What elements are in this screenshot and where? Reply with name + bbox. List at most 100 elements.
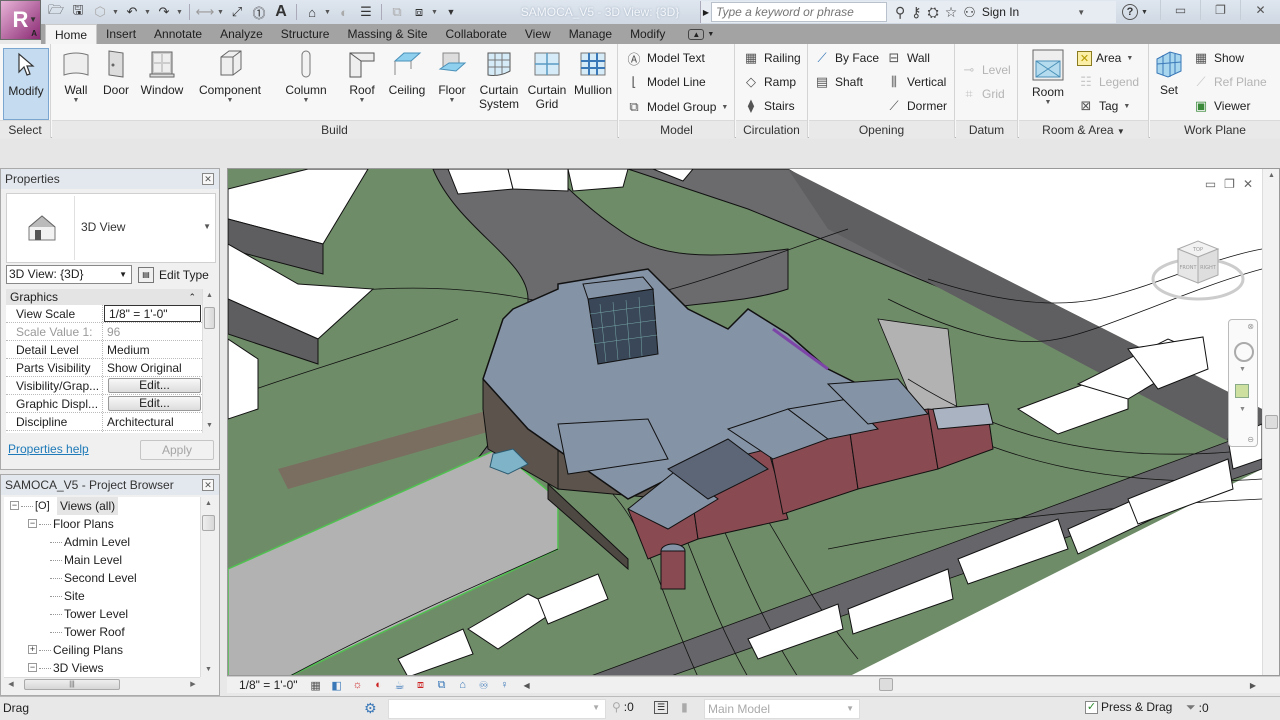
tab-annotate[interactable]: Annotate [145, 24, 211, 44]
curtain-system-button[interactable]: Curtain System [476, 48, 522, 111]
chevron-down-icon[interactable]: ▼ [1077, 8, 1085, 17]
3d-viewport[interactable]: ▭ ❐ ✕ TOP FRONT RIGHT ⊗ ▼ ▼ ⊖ ▲ [227, 168, 1280, 676]
tab-manage[interactable]: Manage [560, 24, 621, 44]
tree-item[interactable]: Site [4, 587, 200, 605]
options-icon[interactable]: ⊖ [1247, 435, 1254, 444]
expand-arrow-icon[interactable]: ▶ [701, 8, 711, 17]
scroll-down-icon[interactable]: ▼ [203, 419, 216, 433]
close-icon[interactable]: ⊗ [1247, 322, 1254, 331]
chevron-down-icon[interactable]: ▼ [1239, 406, 1246, 413]
measure-icon[interactable]: ⟷ [195, 2, 215, 22]
close-icon[interactable]: ✕ [1243, 177, 1253, 191]
chevron-down-icon[interactable]: ▼ [431, 9, 439, 16]
parts-visibility-value[interactable]: Show Original [103, 359, 202, 376]
detail-level-value[interactable]: Medium [103, 341, 202, 358]
group-graphics[interactable]: Graphics ⌃ [6, 289, 202, 305]
dormer-button[interactable]: ⟋ Dormer [885, 95, 947, 117]
collapse-icon[interactable]: − [28, 663, 37, 672]
properties-help-link[interactable]: Properties help [8, 442, 89, 456]
scroll-left-icon[interactable]: ◀ [524, 681, 530, 690]
view-scale-button[interactable]: 1/8" = 1'-0" [239, 678, 298, 692]
press-drag-toggle[interactable]: ✓ Press & Drag [1085, 700, 1172, 714]
tab-insert[interactable]: Insert [97, 24, 145, 44]
model-text-button[interactable]: Ⓐ Model Text [625, 47, 704, 69]
tab-structure[interactable]: Structure [272, 24, 339, 44]
tree-item[interactable]: − 3D Views [4, 659, 200, 677]
chevron-down-icon[interactable]: ▼ [176, 9, 184, 16]
editable-only[interactable]: ⚲ :0 [612, 700, 634, 714]
default-analysis-value[interactable]: None [103, 431, 202, 433]
legend-button[interactable]: ☷ Legend [1077, 71, 1139, 93]
sign-in-button[interactable]: Sign In [982, 5, 1019, 19]
section-icon[interactable]: ◐ [334, 2, 354, 22]
visibility-graphics-edit-button[interactable]: Edit... [108, 378, 201, 393]
design-options-button[interactable]: ☰ ▮ [654, 700, 688, 714]
minimize-icon[interactable]: ▭ [1205, 177, 1216, 191]
minimize-ribbon-button[interactable]: ▲ ▼ [688, 24, 714, 44]
wall-opening-button[interactable]: ⊟ Wall [885, 47, 930, 69]
close-hidden-windows-icon[interactable]: ⧉ [387, 2, 407, 22]
tree-item[interactable]: Main Level [4, 551, 200, 569]
text-icon[interactable]: A [271, 2, 291, 22]
scroll-up-icon[interactable]: ▲ [201, 497, 216, 511]
user-icon[interactable]: ⚇ [963, 4, 976, 21]
application-menu-button[interactable]: R ▼ A [0, 0, 41, 40]
scroll-right-icon[interactable]: ▶ [1250, 681, 1256, 690]
scroll-thumb[interactable]: ||| [24, 679, 120, 690]
scroll-down-icon[interactable]: ▼ [201, 663, 216, 677]
collapse-icon[interactable]: ⌃ [188, 289, 196, 305]
reveal-hidden-icon[interactable]: ♀ [497, 678, 513, 692]
browser-hscrollbar[interactable]: ◀ ||| ▶ [4, 677, 200, 691]
sync-icon[interactable]: ⬡ [90, 2, 110, 22]
tree-item[interactable]: Second Level [4, 569, 200, 587]
by-face-button[interactable]: ⟋ By Face [813, 47, 879, 69]
tree-item[interactable]: Admin Level [4, 533, 200, 551]
search-input[interactable] [711, 2, 887, 22]
customize-qat-icon[interactable]: ▼ [441, 2, 461, 22]
model-group-button[interactable]: ⧉ Model Group ▼ [625, 96, 728, 118]
scroll-left-icon[interactable]: ◀ [4, 678, 18, 692]
visual-style-icon[interactable]: ◧ [329, 678, 345, 692]
scroll-thumb[interactable] [1265, 415, 1278, 429]
thin-lines-icon[interactable]: ☰ [356, 2, 376, 22]
temporary-hide-icon[interactable]: ♾ [476, 678, 492, 692]
unlock-3d-icon[interactable]: ⌂ [455, 678, 471, 692]
minimize-icon[interactable]: ▭ [1160, 0, 1200, 20]
tab-collaborate[interactable]: Collaborate [437, 24, 516, 44]
zoom-icon[interactable] [1235, 384, 1249, 398]
door-button[interactable]: Door [98, 48, 134, 97]
tab-massing-site[interactable]: Massing & Site [338, 24, 436, 44]
steering-wheel-icon[interactable] [1234, 342, 1254, 362]
restore-icon[interactable]: ❐ [1224, 177, 1235, 191]
modify-button[interactable]: Modify [3, 48, 49, 120]
tree-item[interactable]: + Ceiling Plans [4, 641, 200, 659]
viewport-vscrollbar[interactable]: ▲ [1262, 169, 1279, 675]
detail-level-icon[interactable]: ▦ [308, 678, 324, 692]
chevron-down-icon[interactable]: ▼ [324, 9, 332, 16]
wall-button[interactable]: Wall ▼ [58, 48, 94, 105]
window-button[interactable]: Window [138, 48, 186, 97]
collapse-icon[interactable]: − [28, 519, 37, 528]
chevron-down-icon[interactable]: ▼ [112, 9, 120, 16]
viewcube[interactable]: TOP FRONT RIGHT [1148, 227, 1248, 307]
scroll-right-icon[interactable]: ▶ [186, 678, 200, 692]
crop-view-icon[interactable]: ⧈ [413, 678, 429, 692]
hscroll-thumb[interactable] [879, 678, 893, 691]
vertical-button[interactable]: ⫼ Vertical [885, 71, 946, 93]
properties-scrollbar[interactable]: ▲ ▼ [202, 289, 216, 433]
panel-label-room-area[interactable]: Room & Area ▼ [1019, 120, 1148, 138]
press-drag-checkbox[interactable]: ✓ [1085, 700, 1098, 714]
tag-icon[interactable]: ⓵ [249, 2, 269, 22]
tab-view[interactable]: View [516, 24, 560, 44]
room-button[interactable]: Room ▼ [1027, 48, 1069, 107]
roof-button[interactable]: Roof ▼ [344, 48, 380, 105]
mullion-button[interactable]: Mullion [570, 48, 616, 97]
scroll-up-icon[interactable]: ▲ [203, 289, 216, 303]
ramp-button[interactable]: ◇ Ramp [742, 71, 796, 93]
chevron-down-icon[interactable]: ▼ [1239, 366, 1246, 373]
default-3d-view-icon[interactable]: ⌂ [302, 2, 322, 22]
tree-item[interactable]: Tower Roof [4, 623, 200, 641]
undo-icon[interactable]: ↶ [122, 2, 142, 22]
floor-button[interactable]: Floor ▼ [434, 48, 470, 105]
curtain-grid-button[interactable]: Curtain Grid [526, 48, 568, 111]
